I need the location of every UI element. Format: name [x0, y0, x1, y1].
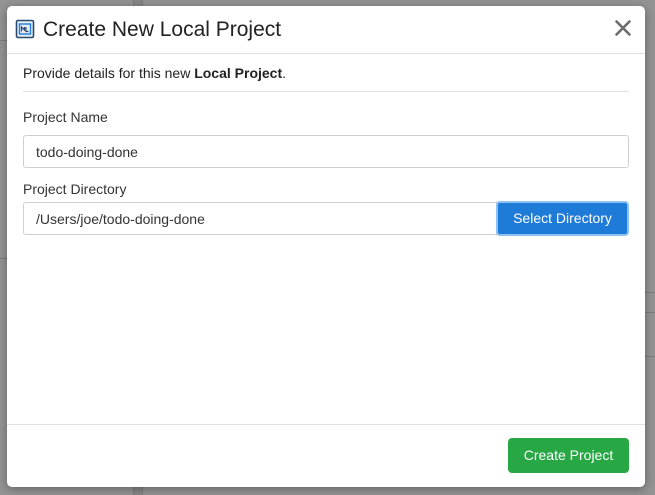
intro-prefix: Provide details for this new — [23, 65, 195, 81]
dialog-title: Create New Local Project — [43, 18, 282, 41]
project-name-input[interactable] — [23, 135, 629, 168]
dialog-header: Create New Local Project — [7, 6, 645, 54]
project-directory-label: Project Directory — [23, 181, 127, 197]
create-project-button[interactable]: Create Project — [508, 438, 629, 473]
project-directory-input[interactable] — [23, 202, 497, 235]
create-project-dialog: Create New Local Project Provide details… — [7, 6, 645, 487]
project-name-label: Project Name — [23, 109, 108, 125]
intro-suffix: . — [282, 65, 287, 81]
intro-divider — [23, 91, 629, 92]
project-icon — [15, 19, 35, 39]
intro-bold: Local Project — [194, 65, 283, 81]
select-directory-button[interactable]: Select Directory — [496, 201, 629, 236]
close-icon[interactable] — [613, 18, 633, 38]
dialog-intro-text: Provide details for this new Local Proje… — [23, 64, 286, 82]
dialog-footer: Create Project — [7, 424, 645, 487]
